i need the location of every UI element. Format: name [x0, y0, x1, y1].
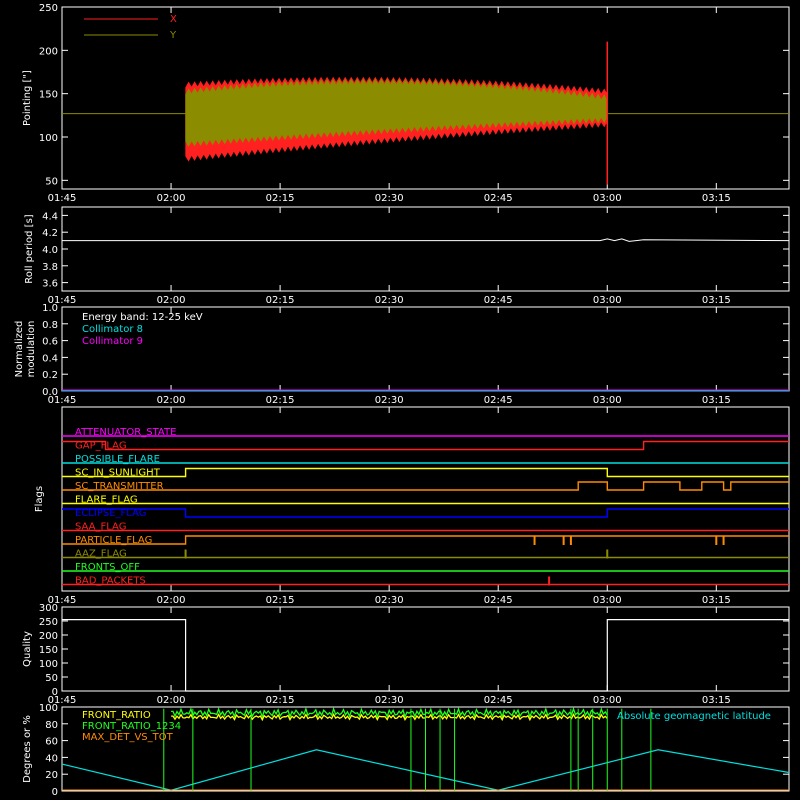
- y-tick-label: 4.4: [42, 211, 58, 222]
- y-tick-label: 150: [39, 645, 58, 656]
- x-tick-label: 02:15: [266, 295, 295, 306]
- y-tick-label: 100: [39, 659, 58, 670]
- y-tick-label: 50: [45, 673, 58, 684]
- y-tick-label: 80: [45, 720, 58, 731]
- y-tick-label: 0.2: [42, 370, 58, 381]
- x-tick-label: 02:30: [375, 595, 404, 606]
- y-tick-label: 4.2: [42, 228, 58, 239]
- y-tick-label: 1.0: [42, 303, 58, 314]
- x-tick-label: 02:15: [266, 595, 295, 606]
- x-tick-label: 03:15: [702, 595, 731, 606]
- y-tick-label: 4.0: [42, 245, 58, 256]
- y-tick-label: 100: [39, 133, 58, 144]
- legend-x-label: X: [170, 14, 177, 25]
- legend-collimator-8: Collimator 8: [82, 324, 143, 335]
- x-tick-label: 03:00: [593, 695, 622, 706]
- y-tick-label: 100: [39, 703, 58, 714]
- flags-y-axis-label: Flags: [34, 486, 45, 512]
- x-tick-label: 02:45: [484, 595, 513, 606]
- modulation-y-axis-label-line1: Normalized: [14, 321, 25, 378]
- x-tick-label: 02:15: [266, 193, 295, 204]
- x-tick-label: 02:30: [375, 395, 404, 406]
- y-tick-label: 0: [52, 787, 58, 798]
- y-tick-label: 0.4: [42, 353, 58, 364]
- y-tick-label: 0.8: [42, 320, 58, 331]
- x-tick-label: 03:00: [593, 193, 622, 204]
- legend-collimator-9: Collimator 9: [82, 336, 143, 347]
- y-tick-label: 200: [39, 46, 58, 57]
- y-tick-label: 50: [45, 176, 58, 187]
- x-tick-label: 02:30: [375, 695, 404, 706]
- y-tick-label: 150: [39, 90, 58, 101]
- y-tick-label: 0.6: [42, 337, 58, 348]
- x-tick-label: 02:30: [375, 295, 404, 306]
- y-tick-label: 20: [45, 770, 58, 781]
- legend-geomagnetic-latitude: Absolute geomagnetic latitude: [617, 711, 771, 722]
- legend-front-ratio-1234: FRONT_RATIO_1234: [82, 721, 181, 732]
- x-tick-label: 02:30: [375, 193, 404, 204]
- x-tick-label: 03:15: [702, 695, 731, 706]
- legend-max-det-vs-tot: MAX_DET_VS_TOT: [82, 732, 174, 743]
- ratios-y-axis-label: Degrees or %: [22, 715, 33, 783]
- x-tick-label: 02:00: [157, 595, 186, 606]
- y-tick-label: 40: [45, 753, 58, 764]
- y-tick-label: 60: [45, 737, 58, 748]
- modulation-y-axis-label-line2: modulation: [26, 321, 37, 378]
- x-tick-label: 02:00: [157, 193, 186, 204]
- legend-y-label: Y: [169, 30, 177, 41]
- x-tick-label: 02:15: [266, 395, 295, 406]
- x-tick-label: 02:45: [484, 695, 513, 706]
- x-tick-label: 02:45: [484, 295, 513, 306]
- chart-canvas: Pointing ["] 50100150200250 01:45 02:00 02…: [0, 0, 800, 800]
- y-tick-label: 200: [39, 631, 58, 642]
- x-tick-label: 02:15: [266, 695, 295, 706]
- y-tick-label: 3.6: [42, 279, 58, 290]
- y-tick-label: 300: [39, 603, 58, 614]
- x-tick-label: 02:00: [157, 695, 186, 706]
- modulation-plot: [62, 389, 789, 392]
- x-tick-label: 03:00: [593, 595, 622, 606]
- pointing-y-axis-label: Pointing ["]: [22, 70, 33, 126]
- roll-period-y-axis-label: Roll period [s]: [24, 214, 35, 283]
- x-tick-label: 02:45: [484, 395, 513, 406]
- energy-band-label: Energy band: 12-25 keV: [82, 312, 203, 323]
- quality-y-axis-label: Quality: [22, 631, 33, 667]
- x-tick-label: 03:00: [593, 395, 622, 406]
- x-tick-label: 03:00: [593, 295, 622, 306]
- x-tick-label: 03:15: [702, 295, 731, 306]
- y-tick-label: 3.8: [42, 262, 58, 273]
- x-tick-label: 02:45: [484, 193, 513, 204]
- x-tick-label: 01:45: [48, 193, 77, 204]
- x-tick-label: 02:00: [157, 295, 186, 306]
- x-tick-label: 03:15: [702, 395, 731, 406]
- y-tick-label: 250: [39, 617, 58, 628]
- x-tick-label: 02:00: [157, 395, 186, 406]
- x-tick-label: 01:45: [48, 395, 77, 406]
- legend-front-ratio: FRONT_RATIO: [82, 710, 151, 721]
- y-tick-label: 250: [39, 3, 58, 14]
- x-tick-label: 03:15: [702, 193, 731, 204]
